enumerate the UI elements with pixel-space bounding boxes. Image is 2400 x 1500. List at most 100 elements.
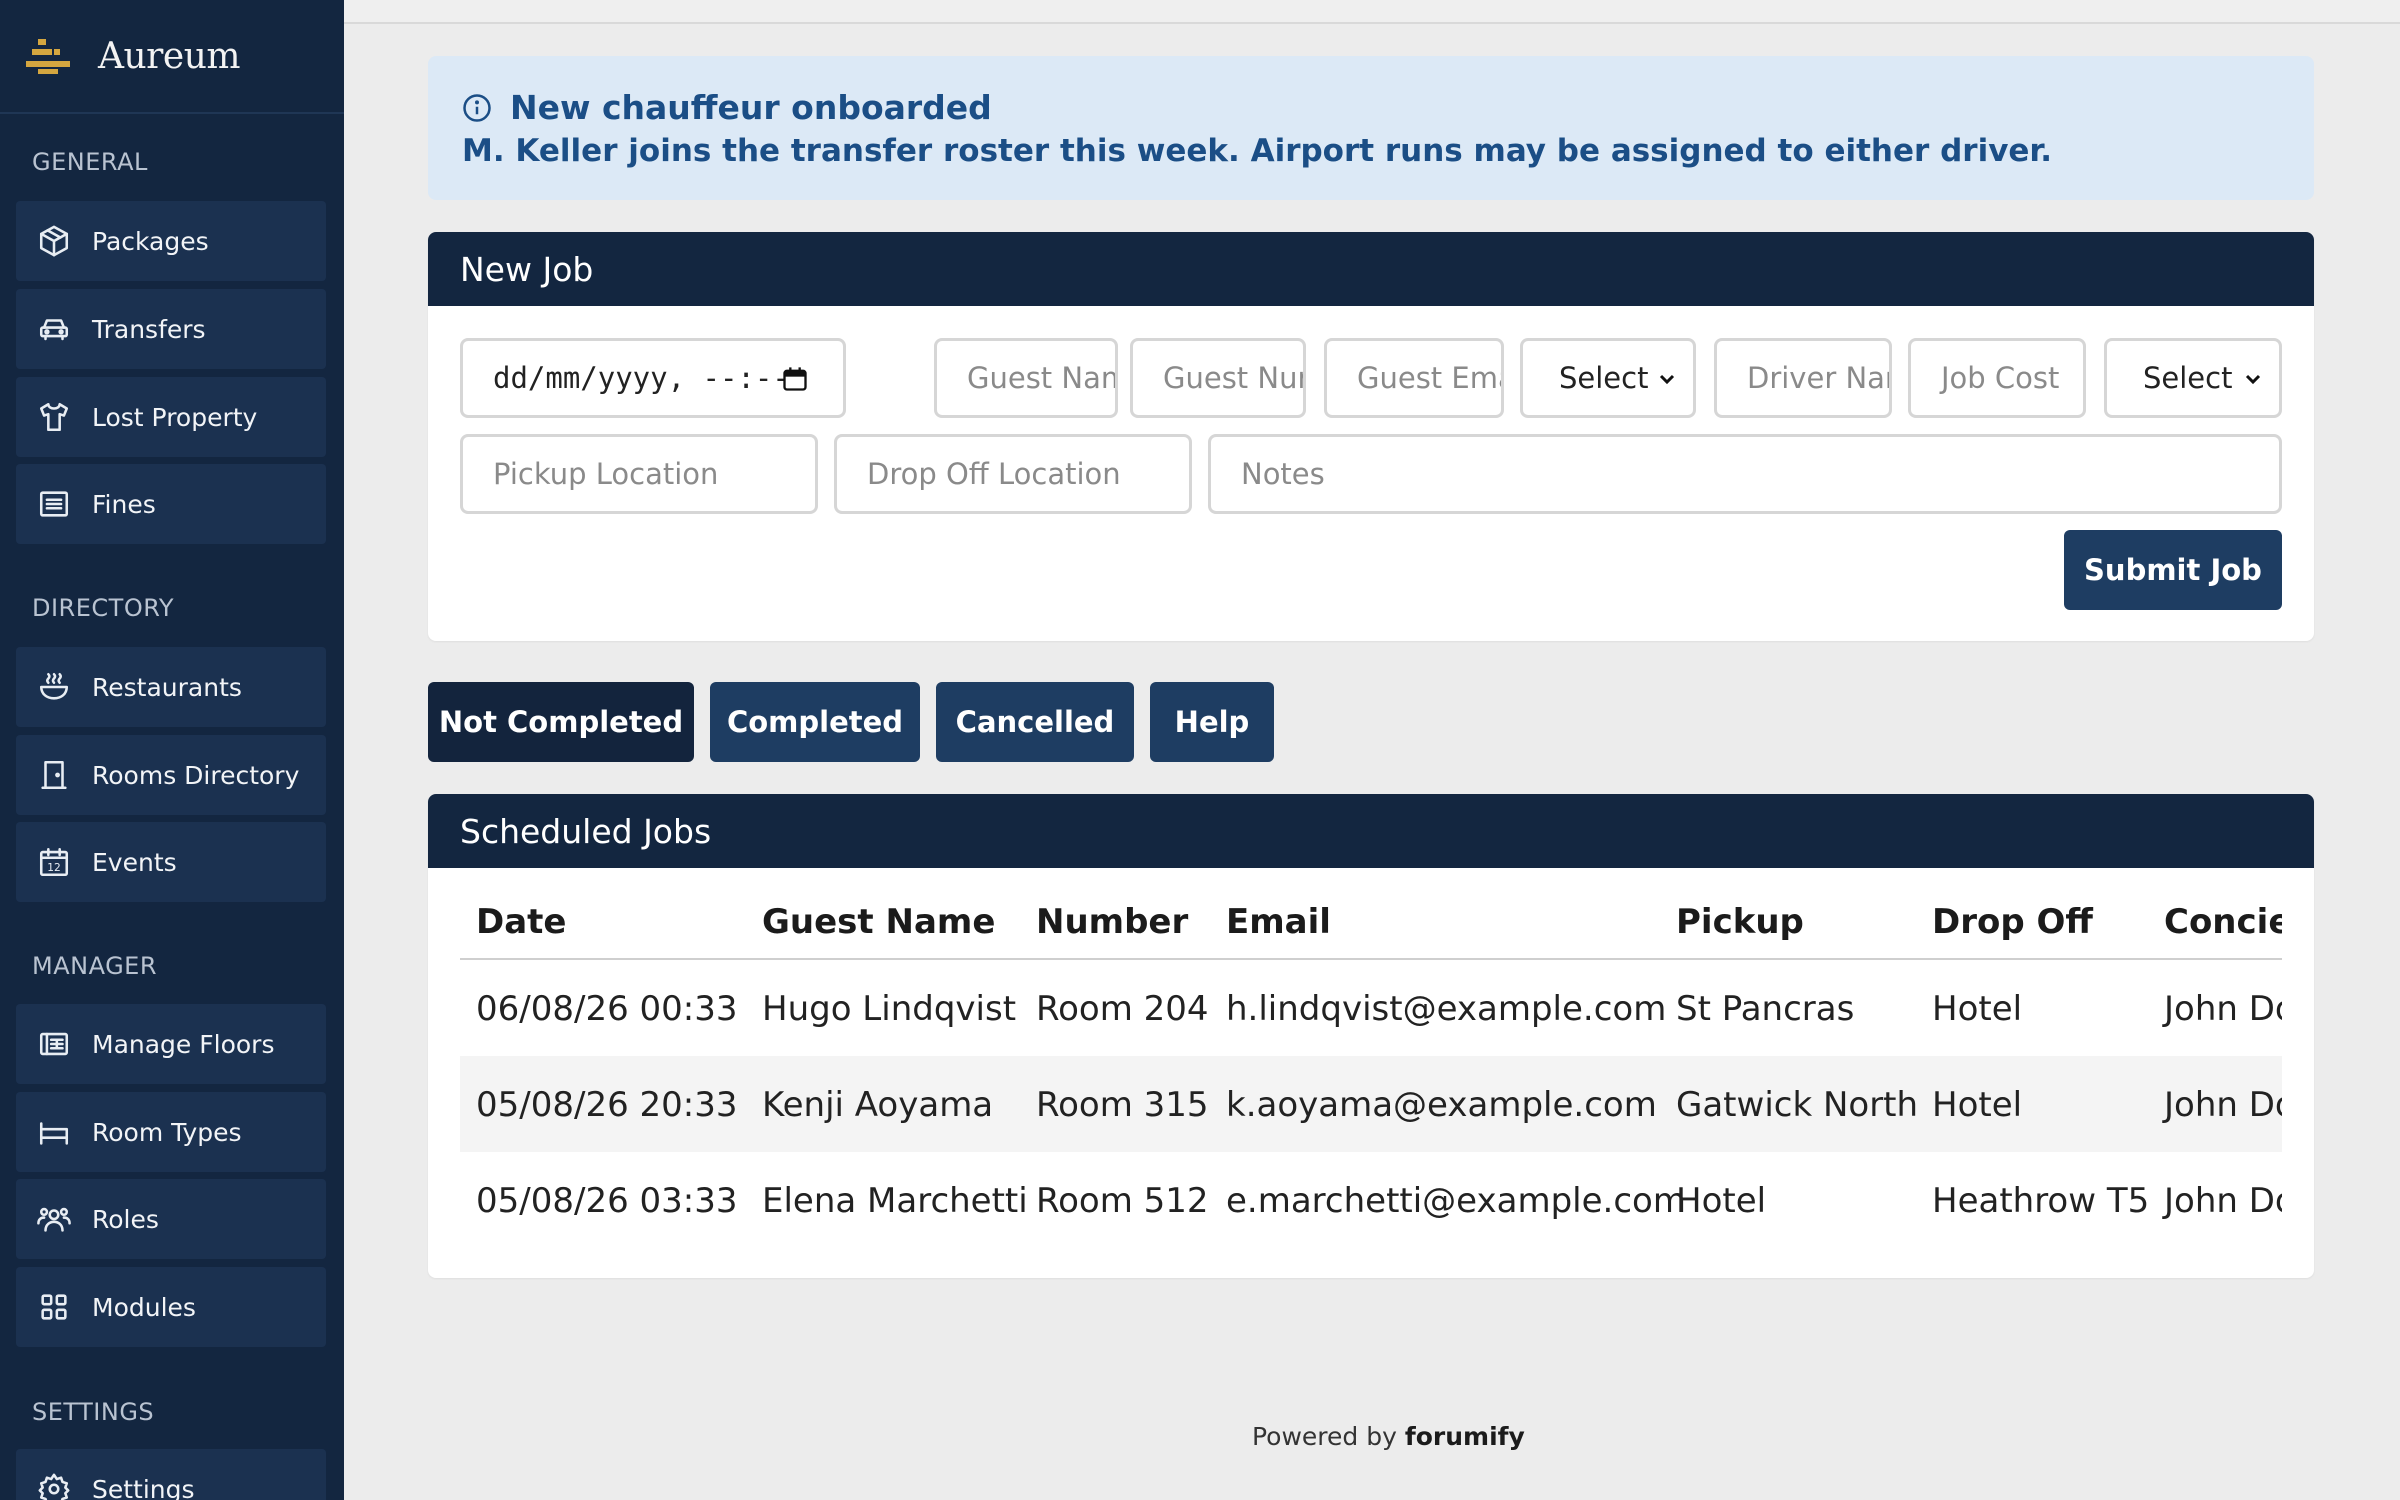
dropoff-location-placeholder: Drop Off Location [867, 457, 1121, 491]
sidebar-item-rooms-directory[interactable]: Rooms Directory [16, 735, 326, 815]
sidebar-item-transfers[interactable]: Transfers [16, 289, 326, 369]
tab-cancelled[interactable]: Cancelled [936, 682, 1134, 762]
sidebar-item-room-types[interactable]: Room Types [16, 1092, 326, 1172]
sidebar-item-label: Fines [92, 489, 156, 519]
job-cost-placeholder: Job Cost [1941, 361, 2060, 395]
guest-name-input[interactable]: Guest Name [934, 338, 1118, 418]
sidebar-item-fines[interactable]: Fines [16, 464, 326, 544]
cell-email: h.lindqvist@example.com [1226, 989, 1667, 1029]
svg-text:12: 12 [47, 861, 61, 874]
cell-pickup: Gatwick North [1676, 1085, 1919, 1125]
sidebar-item-label: Roles [92, 1204, 159, 1234]
pickup-location-placeholder: Pickup Location [493, 457, 719, 491]
driver-name-placeholder: Driver Name [1747, 361, 1889, 395]
column-header-pickup: Pickup [1676, 902, 1804, 942]
cell-date: 06/08/26 00:33 [476, 989, 738, 1029]
floor-plan-icon [36, 1026, 72, 1062]
cell-email: e.marchetti@example.com [1226, 1181, 1686, 1221]
top-bar [344, 0, 2400, 24]
column-header-number: Number [1036, 902, 1189, 942]
section-settings: SETTINGS [32, 1398, 155, 1426]
table-row[interactable]: 06/08/26 00:33 Hugo Lindqvist Room 204 h… [460, 960, 2282, 1056]
section-manager: MANAGER [32, 952, 158, 980]
sidebar: Aureum GENERAL DIRECTORY MANAGER SETTING… [0, 0, 344, 1500]
type-select[interactable]: Select [2104, 338, 2282, 418]
bed-icon [36, 1114, 72, 1150]
sidebar-item-modules[interactable]: Modules [16, 1267, 326, 1347]
column-header-drop-off: Drop Off [1932, 902, 2093, 942]
sidebar-item-restaurants[interactable]: Restaurants [16, 647, 326, 727]
calendar-icon: 12 [36, 844, 72, 880]
tab-completed[interactable]: Completed [710, 682, 920, 762]
brand: Aureum [0, 0, 344, 114]
notes-input[interactable]: Notes [1208, 434, 2282, 514]
column-header-concierge: Concierge [2164, 902, 2282, 942]
pickup-location-input[interactable]: Pickup Location [460, 434, 818, 514]
sidebar-item-events[interactable]: 12 Events [16, 822, 326, 902]
cell-concierge: John Doe [2164, 1181, 2282, 1221]
tab-not-completed[interactable]: Not Completed [428, 682, 694, 762]
alert-title-row: New chauffeur onboarded [462, 88, 2280, 127]
cell-drop-off: Heathrow T5 [1932, 1181, 2150, 1221]
cell-guest-name: Kenji Aoyama [762, 1085, 994, 1125]
sidebar-item-label: Room Types [92, 1117, 242, 1147]
cell-date: 05/08/26 20:33 [476, 1085, 738, 1125]
cell-drop-off: Hotel [1932, 989, 2023, 1029]
alert-message: M. Keller joins the transfer roster this… [462, 133, 2053, 169]
users-icon [36, 1201, 72, 1237]
car-icon [36, 311, 72, 347]
grid-icon [36, 1289, 72, 1325]
cell-concierge: John Doe [2164, 1085, 2282, 1125]
alert-title: New chauffeur onboarded [510, 88, 992, 127]
sidebar-item-label: Transfers [92, 314, 206, 344]
sidebar-item-roles[interactable]: Roles [16, 1179, 326, 1259]
sidebar-item-label: Restaurants [92, 672, 242, 702]
guest-number-placeholder: Guest Number [1163, 361, 1303, 395]
cell-number: Room 204 [1036, 989, 1209, 1029]
scheduled-jobs-header: Scheduled Jobs [428, 794, 2314, 868]
sidebar-item-label: Lost Property [92, 402, 258, 432]
status-select-value: Select [1559, 361, 1649, 395]
chevron-down-icon [2245, 374, 2261, 385]
dropoff-location-input[interactable]: Drop Off Location [834, 434, 1192, 514]
table-row[interactable]: 05/08/26 03:33 Elena Marchetti Room 512 … [460, 1152, 2282, 1242]
scheduled-jobs-card: Scheduled Jobs Date Guest Name Number Em… [428, 794, 2314, 1278]
logo-icon [26, 39, 70, 74]
package-icon [36, 223, 72, 259]
column-header-guest-name: Guest Name [762, 902, 996, 942]
calendar-picker-icon[interactable] [781, 365, 809, 393]
brand-name: Aureum [98, 35, 241, 77]
gear-icon [36, 1471, 72, 1500]
sidebar-item-label: Manage Floors [92, 1029, 275, 1059]
sidebar-item-settings[interactable]: Settings [16, 1449, 326, 1500]
sidebar-item-packages[interactable]: Packages [16, 201, 326, 281]
submit-job-button[interactable]: Submit Job [2064, 530, 2282, 610]
notes-placeholder: Notes [1241, 457, 1325, 491]
cell-date: 05/08/26 03:33 [476, 1181, 738, 1221]
guest-number-input[interactable]: Guest Number [1130, 338, 1306, 418]
status-select[interactable]: Select [1520, 338, 1696, 418]
table-row[interactable]: 05/08/26 20:33 Kenji Aoyama Room 315 k.a… [460, 1056, 2282, 1152]
shirt-icon [36, 399, 72, 435]
date-time-input[interactable]: dd/mm/yyyy, --:-- [460, 338, 846, 418]
footer-brand-link[interactable]: forumify [1405, 1422, 1525, 1451]
cell-pickup: St Pancras [1676, 989, 1855, 1029]
bowl-icon [36, 669, 72, 705]
sidebar-item-manage-floors[interactable]: Manage Floors [16, 1004, 326, 1084]
driver-name-input[interactable]: Driver Name [1714, 338, 1892, 418]
sidebar-item-label: Events [92, 847, 177, 877]
sidebar-item-lost-property[interactable]: Lost Property [16, 377, 326, 457]
new-job-header: New Job [428, 232, 2314, 306]
info-alert: New chauffeur onboarded M. Keller joins … [428, 56, 2314, 200]
column-header-date: Date [476, 902, 567, 942]
footer-prefix: Powered by [1252, 1422, 1397, 1451]
guest-email-input[interactable]: Guest Email [1324, 338, 1504, 418]
door-icon [36, 757, 72, 793]
cell-number: Room 512 [1036, 1181, 1209, 1221]
new-job-card: New Job dd/mm/yyyy, --:-- Guest Name Gue… [428, 232, 2314, 641]
list-icon [36, 486, 72, 522]
footer: Powered by forumify [1252, 1422, 1525, 1451]
job-cost-input[interactable]: Job Cost [1908, 338, 2086, 418]
guest-name-placeholder: Guest Name [967, 361, 1115, 395]
help-button[interactable]: Help [1150, 682, 1274, 762]
